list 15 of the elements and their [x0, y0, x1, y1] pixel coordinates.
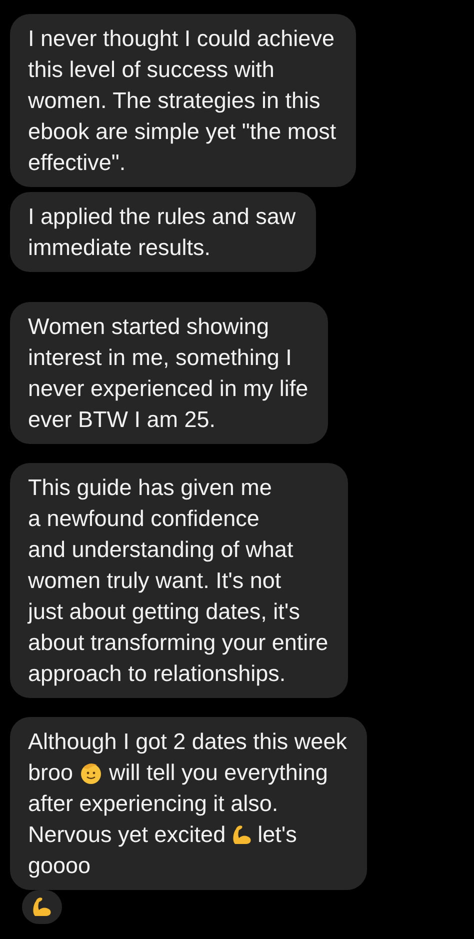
message-text: I applied the rules and saw immediate results. — [28, 203, 296, 262]
message-text: Although I got 2 dates this week — [28, 728, 347, 756]
flexed-arm-emoji-icon — [232, 824, 252, 844]
message-text: This guide has given me a newfound confidence and understanding of what women truly want. It's not just about getting dates, it's about transforming your entire approach to relationships. — [28, 474, 328, 688]
reaction-badge[interactable] — [22, 890, 62, 924]
message-text: after experiencing it also. — [28, 790, 278, 818]
message-text: let's — [258, 821, 297, 849]
smiley-emoji-icon — [79, 760, 104, 784]
message-text: I never thought I could achieve this level of success with women. The strategies in this ebook are simple yet "the most effective". — [28, 25, 336, 177]
message-text: goooo — [28, 852, 91, 880]
message-text: Nervous yet excited — [28, 821, 226, 849]
message-text: broo — [28, 759, 74, 787]
flexed-arm-emoji-icon — [32, 897, 52, 917]
message-text: will tell you everything — [109, 759, 328, 787]
message-text: Women started showing interest in me, something I never experienced in my life ever BTW I am 25. — [28, 313, 308, 434]
